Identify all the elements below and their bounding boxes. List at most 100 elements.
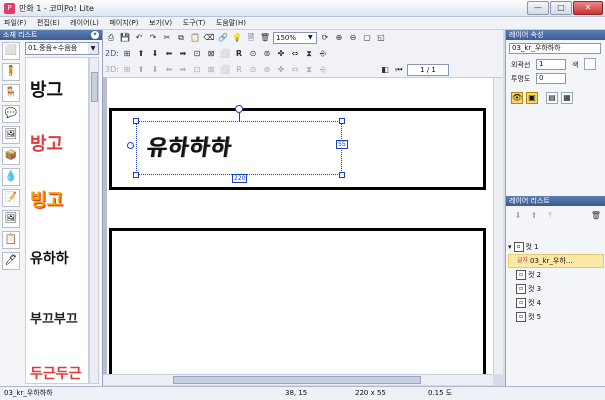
menu-edit[interactable]: 편집(E) xyxy=(33,17,64,29)
rotate-right-icon[interactable]: ⊚ xyxy=(261,64,273,76)
menu-file[interactable]: 파일(F) xyxy=(0,17,30,29)
redo-icon[interactable]: ↷ xyxy=(147,32,159,44)
cut-icon[interactable]: ✂ xyxy=(161,32,173,44)
sticker-scrollbar[interactable] xyxy=(89,57,99,384)
zoom-in-icon[interactable]: ⟳ xyxy=(319,32,331,44)
resize-handle-nw[interactable] xyxy=(133,118,139,124)
panel-2[interactable] xyxy=(109,228,486,374)
move-down-icon[interactable]: ⬇ xyxy=(512,210,524,222)
menu-help[interactable]: 도움말(H) xyxy=(212,17,250,29)
blank-icon[interactable]: ⬜ xyxy=(2,42,20,60)
scroll-thumb[interactable] xyxy=(91,72,98,102)
zoom-out-icon[interactable]: ⊕ xyxy=(333,32,345,44)
sticker-item[interactable]: 빙고 xyxy=(30,186,63,212)
scale-down-icon[interactable]: ⊠ xyxy=(205,64,217,76)
export-icon[interactable]: ⎆ xyxy=(317,48,329,60)
picture-icon[interactable]: 🖼 xyxy=(2,210,20,228)
layer-item[interactable]: ▫ 컷 3 xyxy=(508,282,604,296)
sticker-item[interactable]: 방그 xyxy=(30,76,63,102)
outline-stepper[interactable]: 1 xyxy=(536,59,566,70)
rotate-right-icon[interactable]: ⊚ xyxy=(261,48,273,60)
rotate-left-icon[interactable]: ⊙ xyxy=(247,48,259,60)
object-icon[interactable]: 📦 xyxy=(2,147,20,165)
prop-icon[interactable]: 🪑 xyxy=(2,84,20,102)
visibility-icon[interactable]: 👁 xyxy=(511,92,523,104)
grid-icon[interactable]: ⊞ xyxy=(121,64,133,76)
move-right-icon[interactable]: ➡ xyxy=(177,48,189,60)
layer-name-field[interactable]: 03_kr_우하하하 xyxy=(509,43,601,54)
scroll-thumb[interactable] xyxy=(173,376,421,384)
zoom-select[interactable]: 150% ▼ xyxy=(273,32,317,44)
effect-icon[interactable]: ✤ xyxy=(275,64,287,76)
bring-front-icon[interactable]: ⤒ xyxy=(544,210,556,222)
undo-icon[interactable]: ↶ xyxy=(133,32,145,44)
list-icon[interactable]: 📋 xyxy=(2,231,20,249)
grid-icon[interactable]: ⊞ xyxy=(121,48,133,60)
move-down-icon[interactable]: ⬇ xyxy=(149,48,161,60)
opacity-stepper[interactable]: 0 xyxy=(536,73,566,84)
effect-icon[interactable]: ✤ xyxy=(275,48,287,60)
pin-icon[interactable]: ✦ xyxy=(91,31,99,39)
layer-item[interactable]: ▾ ▫ 컷 1 xyxy=(508,240,604,254)
menu-tools[interactable]: 도구(T) xyxy=(179,17,210,29)
align-icon[interactable]: ▤ xyxy=(546,92,558,104)
layer-item[interactable]: ▫ 컷 4 xyxy=(508,296,604,310)
hourglass-icon[interactable]: ⧗ xyxy=(303,64,315,76)
hourglass-icon[interactable]: ⧗ xyxy=(303,48,315,60)
export-icon[interactable]: ⎆ xyxy=(317,64,329,76)
balloon-icon[interactable]: 💬 xyxy=(2,105,20,123)
rotate-left-icon[interactable]: ⊙ xyxy=(247,64,259,76)
color-swatch[interactable] xyxy=(584,58,596,70)
page-icon[interactable]: 🗎 xyxy=(245,32,257,44)
sticker-item[interactable]: 부끄부끄 xyxy=(30,308,78,327)
page-first-icon[interactable]: ⏮ xyxy=(393,64,405,76)
move-down-icon[interactable]: ⬇ xyxy=(149,64,161,76)
selection-box[interactable] xyxy=(136,121,342,175)
layer-item[interactable]: 글자 03_kr_우하… xyxy=(508,254,604,268)
effect-icon[interactable]: 💧 xyxy=(2,168,20,186)
layer-item[interactable]: ▫ 컷 2 xyxy=(508,268,604,282)
canvas-hscroll[interactable] xyxy=(103,374,493,385)
layer-item[interactable]: ▫ 컷 5 xyxy=(508,310,604,324)
rotation-handle[interactable] xyxy=(235,105,243,113)
page-indicator[interactable]: 1 / 1 xyxy=(407,64,449,76)
sticker-item[interactable]: 방고 xyxy=(30,130,63,156)
maximize-button[interactable]: □ xyxy=(550,1,572,15)
character-icon[interactable]: 🧍 xyxy=(2,63,20,81)
menu-layer[interactable]: 레이어(L) xyxy=(66,17,103,29)
save-icon[interactable]: 💾 xyxy=(119,32,131,44)
scale-up-icon[interactable]: ⊡ xyxy=(191,48,203,60)
category-select[interactable]: 01.중음+수음음 ▼ xyxy=(25,42,99,55)
flip-icon[interactable]: ⇔ xyxy=(289,64,301,76)
resize-handle-se[interactable] xyxy=(339,172,345,178)
trash-icon[interactable]: 🗑 xyxy=(590,210,602,222)
move-up-icon[interactable]: ⬆ xyxy=(135,48,147,60)
move-left-icon[interactable]: ⬅ xyxy=(163,64,175,76)
palette-icon[interactable]: ▦ xyxy=(561,92,573,104)
expand-icon[interactable]: ▾ xyxy=(508,240,512,254)
page-prev-icon[interactable]: ◧ xyxy=(379,64,391,76)
pen-icon[interactable]: 🖊 xyxy=(2,252,20,270)
move-right-icon[interactable]: ➡ xyxy=(177,64,189,76)
text-icon[interactable]: 📝 xyxy=(2,189,20,207)
fit-page-icon[interactable]: ⊖ xyxy=(347,32,359,44)
lock-icon[interactable]: ▣ xyxy=(526,92,538,104)
delete-icon[interactable]: ⌫ xyxy=(203,32,215,44)
move-up-icon[interactable]: ⬆ xyxy=(135,64,147,76)
scale-up-icon[interactable]: ⊡ xyxy=(191,64,203,76)
reset-icon[interactable]: R xyxy=(233,64,245,76)
canvas-area[interactable]: 유하하하 55 220 xyxy=(103,78,503,374)
trash-icon[interactable]: 🗑 xyxy=(259,32,271,44)
canvas-vscroll[interactable] xyxy=(493,78,503,374)
light-icon[interactable]: 💡 xyxy=(231,32,243,44)
left-circle-handle[interactable] xyxy=(127,142,134,149)
print-icon[interactable]: ⎙ xyxy=(105,32,117,44)
background-icon[interactable]: 🖼 xyxy=(2,126,20,144)
reset-icon[interactable]: R xyxy=(233,48,245,60)
paste-icon[interactable]: 📋 xyxy=(189,32,201,44)
move-up-icon[interactable]: ⬆ xyxy=(528,210,540,222)
frame-icon[interactable]: ⬜ xyxy=(219,48,231,60)
sticker-item[interactable]: 유하하 xyxy=(30,248,69,268)
frame-icon[interactable]: ⬜ xyxy=(219,64,231,76)
scale-down-icon[interactable]: ⊠ xyxy=(205,48,217,60)
